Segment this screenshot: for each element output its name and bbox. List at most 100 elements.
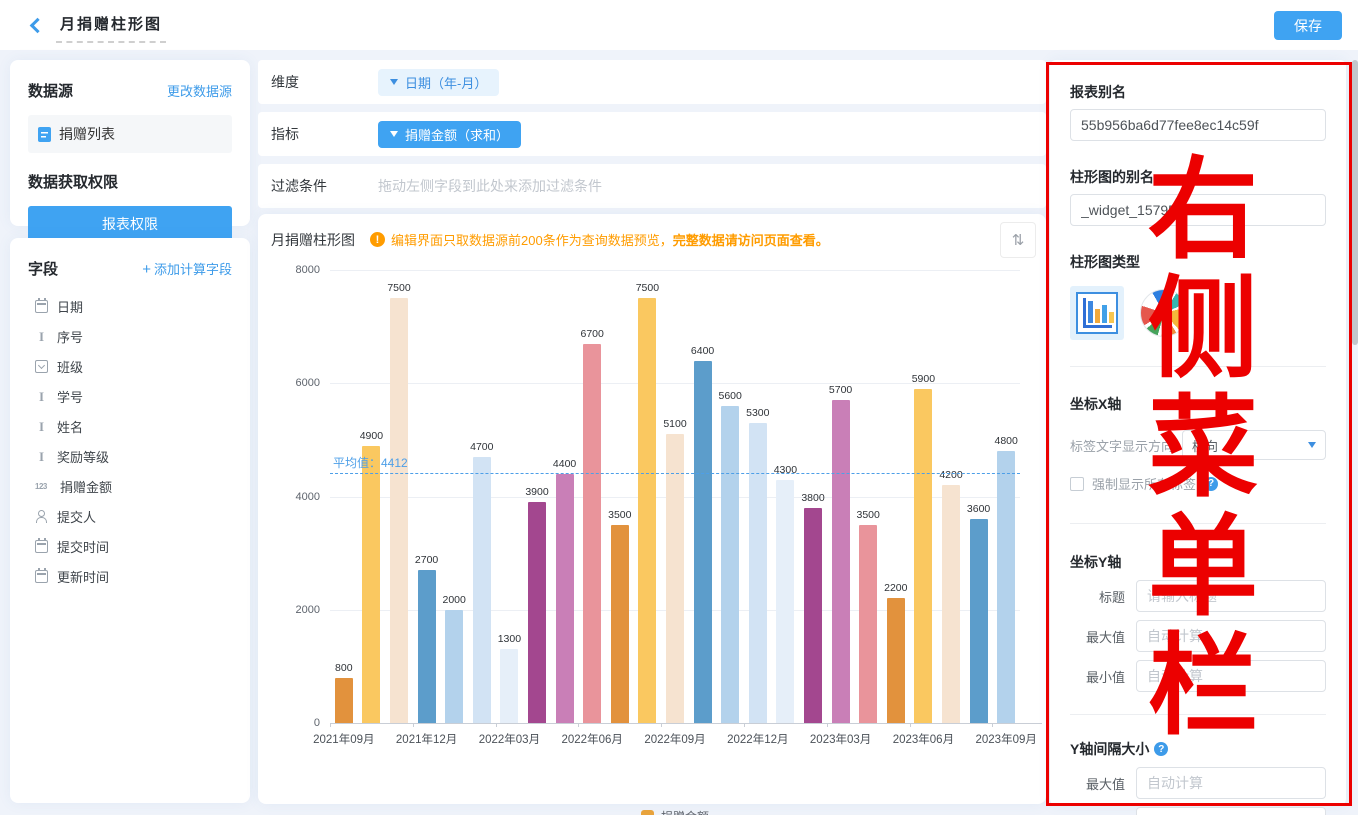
bar-2023年01月[interactable] [776, 480, 794, 723]
bar-2023年05月[interactable] [887, 598, 905, 723]
select-icon [35, 360, 48, 373]
chart-type-options [1070, 286, 1326, 340]
bar-2023年08月[interactable] [970, 519, 988, 723]
field-list: 日期I序号班级I学号I姓名I奖励等级123捐赠金额提交人提交时间更新时间 [28, 291, 232, 591]
bar-2022年10月[interactable] [694, 361, 712, 723]
bar-2021年09月[interactable] [335, 678, 353, 723]
bar-value-label: 3900 [515, 486, 559, 498]
bar-2022年04月[interactable] [528, 502, 546, 723]
bar-2022年08月[interactable] [638, 298, 656, 723]
report-alias-label: 报表别名 [1070, 82, 1326, 102]
chart-title: 月捐赠柱形图 [271, 230, 355, 250]
x-tick-label: 2022年12月 [713, 731, 803, 747]
datasource-item[interactable]: 捐赠列表 [28, 115, 232, 153]
bar-2021年11月[interactable] [390, 298, 408, 723]
back-button[interactable] [28, 18, 50, 34]
bar-value-label: 7500 [625, 282, 669, 294]
report-alias-input[interactable] [1070, 109, 1326, 141]
mini-bar [1109, 312, 1114, 323]
bar-2023年03月[interactable] [832, 400, 850, 723]
bar-2022年11月[interactable] [721, 406, 739, 723]
metric-pill[interactable]: 捐赠金额（求和） [378, 121, 521, 148]
help-icon[interactable]: ? [1204, 477, 1218, 491]
y-tick-label: 2000 [258, 604, 320, 616]
report-permission-button[interactable]: 报表权限 [28, 206, 232, 242]
y-interval-row: 最大值 [1070, 767, 1326, 799]
fields-panel: 字段 +添加计算字段 日期I序号班级I学号I姓名I奖励等级123捐赠金额提交人提… [10, 238, 250, 803]
y-axis-row: 最大值 [1070, 620, 1326, 652]
bar-2022年07月[interactable] [611, 525, 629, 723]
field-item[interactable]: 提交人 [28, 501, 232, 531]
chart-legend[interactable]: 捐赠金额 [330, 808, 1020, 815]
bar-value-label: 4900 [349, 430, 393, 442]
bar-2023年09月[interactable] [997, 451, 1015, 723]
x-tick [330, 723, 331, 727]
field-label: 捐赠金额 [60, 477, 112, 496]
field-item[interactable]: I学号 [28, 381, 232, 411]
metric-row: 指标 捐赠金额（求和） [258, 112, 1046, 156]
data-permission-title: 数据获取权限 [28, 171, 232, 192]
datasource-name: 捐赠列表 [59, 124, 115, 144]
y-interval-settings: 最大值最小值 [1070, 767, 1326, 815]
x-tick-label: 2021年12月 [382, 731, 472, 747]
y-interval-input[interactable] [1136, 767, 1326, 799]
y-axis-input[interactable] [1136, 580, 1326, 612]
y-axis-settings: 标题最大值最小值 [1070, 580, 1326, 692]
field-item[interactable]: I奖励等级 [28, 441, 232, 471]
y-axis-input[interactable] [1136, 660, 1326, 692]
bar-2022年09月[interactable] [666, 434, 684, 723]
average-line-label: 平均值：4412 [333, 454, 408, 471]
pie-chart-icon[interactable] [1140, 289, 1188, 337]
filter-row[interactable]: 过滤条件 拖动左侧字段到此处来添加过滤条件 [258, 164, 1046, 208]
chart-type-bar-option[interactable] [1070, 286, 1124, 340]
bar-value-label: 5900 [901, 373, 945, 385]
sort-order-button[interactable]: ⇅ [1000, 222, 1036, 258]
bar-2023年06月[interactable] [914, 389, 932, 723]
field-item[interactable]: I姓名 [28, 411, 232, 441]
change-datasource-link[interactable]: 更改数据源 [167, 81, 232, 100]
field-item[interactable]: 班级 [28, 351, 232, 381]
force-labels-checkbox[interactable] [1070, 477, 1084, 491]
x-tick-label: 2021年09月 [299, 731, 389, 747]
field-item[interactable]: I序号 [28, 321, 232, 351]
save-button[interactable]: 保存 [1274, 11, 1342, 40]
bar-2021年10月[interactable] [362, 446, 380, 723]
bar-value-label: 800 [322, 662, 366, 674]
y-interval-label: 最大值 [1070, 774, 1125, 793]
y-tick-label: 8000 [258, 264, 320, 276]
widget-alias-input[interactable] [1070, 194, 1326, 226]
bar-value-label: 7500 [377, 282, 421, 294]
bar-value-label: 5600 [708, 390, 752, 402]
field-label: 奖励等级 [57, 447, 109, 466]
field-item[interactable]: 更新时间 [28, 561, 232, 591]
field-item[interactable]: 日期 [28, 291, 232, 321]
bar-2022年05月[interactable] [556, 474, 574, 723]
filter-placeholder: 拖动左侧字段到此处来添加过滤条件 [378, 176, 602, 196]
y-interval-section-title: Y轴间隔大小 ? [1070, 739, 1326, 759]
y-interval-input[interactable] [1136, 807, 1326, 815]
bar-2022年06月[interactable] [583, 344, 601, 723]
field-item[interactable]: 提交时间 [28, 531, 232, 561]
bar-2023年02月[interactable] [804, 508, 822, 723]
add-calc-field-link[interactable]: +添加计算字段 [142, 259, 232, 278]
x-tick-label: 2023年06月 [878, 731, 968, 747]
bar-2022年01月[interactable] [445, 610, 463, 723]
field-item[interactable]: 123捐赠金额 [28, 471, 232, 501]
bar-2022年02月[interactable] [473, 457, 491, 723]
metric-value: 捐赠金额（求和） [405, 125, 509, 144]
dimension-pill[interactable]: 日期（年-月） [378, 69, 499, 96]
y-axis-input[interactable] [1136, 620, 1326, 652]
label-direction-value: 横向 [1192, 436, 1218, 455]
divider [1070, 523, 1326, 524]
help-icon[interactable]: ? [1154, 742, 1168, 756]
bar-2023年07月[interactable] [942, 485, 960, 723]
y-tick-label: 6000 [258, 377, 320, 389]
divider [1070, 714, 1326, 715]
label-direction-select[interactable]: 横向 [1182, 430, 1326, 460]
bar-2022年03月[interactable] [500, 649, 518, 723]
calendar-icon [35, 540, 48, 553]
mini-bar [1095, 309, 1100, 323]
scrollbar-thumb[interactable] [1352, 60, 1358, 345]
bar-value-label: 3500 [846, 509, 890, 521]
bar-2023年04月[interactable] [859, 525, 877, 723]
